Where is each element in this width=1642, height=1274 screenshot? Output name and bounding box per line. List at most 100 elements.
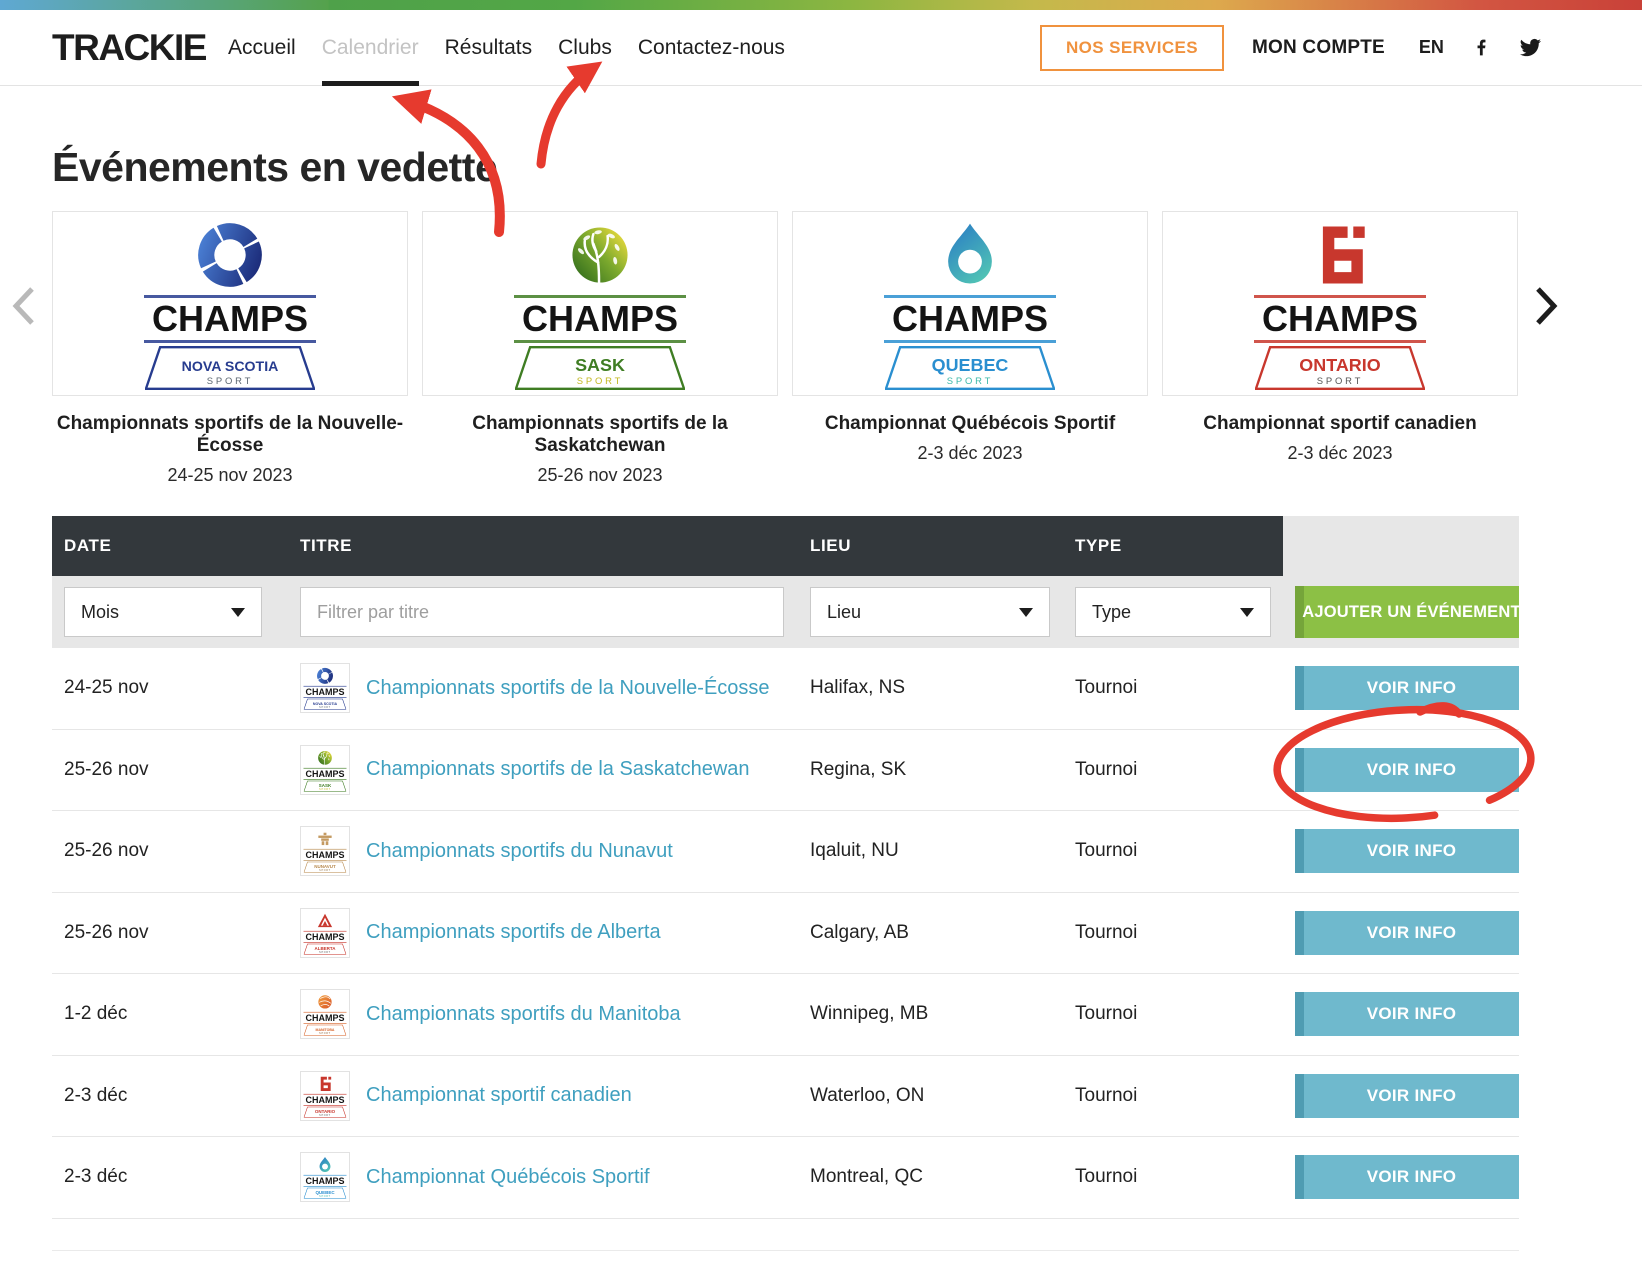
event-card-logo[interactable]: CHAMPS NOVA SCOTIA SPORT bbox=[52, 211, 408, 396]
voir-info-button[interactable]: VOIR INFO bbox=[1295, 829, 1519, 873]
type-filter-select[interactable]: Type bbox=[1075, 587, 1271, 637]
nunavut-champs-logo-icon: CHAMPS NUNAVUT SPORT bbox=[301, 830, 349, 873]
table-bottom-divider bbox=[52, 1250, 1519, 1251]
svg-text:SPORT: SPORT bbox=[319, 1032, 331, 1035]
svg-text:ONTARIO: ONTARIO bbox=[315, 1109, 336, 1114]
event-logo-thumb: CHAMPS QUEBEC SPORT bbox=[300, 1152, 350, 1202]
event-title-link[interactable]: Championnat Québécois Sportif bbox=[366, 1166, 650, 1189]
nova-scotia-champs-logo-icon: CHAMPS NOVA SCOTIA SPORT bbox=[301, 667, 349, 710]
svg-text:SASK: SASK bbox=[575, 355, 625, 375]
event-type: Tournoi bbox=[1075, 840, 1283, 862]
ajouter-evenement-button[interactable]: AJOUTER UN ÉVÉNEMENT bbox=[1295, 586, 1519, 638]
event-card-logo[interactable]: CHAMPS QUEBEC SPORT bbox=[792, 211, 1148, 396]
event-title-link[interactable]: Championnats sportifs de la Nouvelle-Éco… bbox=[366, 677, 770, 700]
svg-text:SPORT: SPORT bbox=[947, 376, 994, 387]
svg-text:SPORT: SPORT bbox=[319, 1114, 331, 1117]
lang-toggle[interactable]: EN bbox=[1419, 37, 1444, 58]
event-title-link[interactable]: Championnats sportifs du Nunavut bbox=[366, 840, 673, 863]
event-card-logo[interactable]: CHAMPS ONTARIO SPORT bbox=[1162, 211, 1518, 396]
chevron-down-icon bbox=[231, 608, 245, 617]
nav-item-contactez-nous[interactable]: Contactez-nous bbox=[638, 36, 785, 60]
page-title: Événements en vedette bbox=[52, 144, 497, 191]
svg-text:NOVA SCOTIA: NOVA SCOTIA bbox=[313, 702, 338, 706]
featured-card: CHAMPS QUEBEC SPORT Championnat Québécoi… bbox=[792, 211, 1148, 486]
alberta-champs-logo-icon: CHAMPS ALBERTA SPORT bbox=[301, 911, 349, 954]
sask-champs-logo-icon: CHAMPS SASK SPORT bbox=[505, 217, 695, 390]
event-row: 24-25 nov CHAMPS NOVA SCOTIA SPORT Champ… bbox=[52, 648, 1519, 730]
svg-text:SPORT: SPORT bbox=[319, 1195, 331, 1198]
event-card-date: 25-26 nov 2023 bbox=[537, 465, 662, 486]
event-card-logo[interactable]: CHAMPS SASK SPORT bbox=[422, 211, 778, 396]
location-filter-value: Lieu bbox=[827, 602, 861, 623]
nav-item-resultats[interactable]: Résultats bbox=[445, 36, 533, 60]
quebec-champs-logo-icon: CHAMPS QUEBEC SPORT bbox=[875, 217, 1065, 390]
svg-text:SPORT: SPORT bbox=[319, 869, 331, 872]
nos-services-button[interactable]: NOS SERVICES bbox=[1040, 25, 1224, 71]
voir-info-button[interactable]: VOIR INFO bbox=[1295, 911, 1519, 955]
title-filter-input[interactable] bbox=[300, 587, 784, 637]
event-card-title: Championnats sportifs de la Saskatchewan bbox=[422, 413, 778, 457]
event-row: 2-3 déc CHAMPS ONTARIO SPORT Championnat… bbox=[52, 1056, 1519, 1138]
event-date: 2-3 déc bbox=[52, 1166, 300, 1188]
event-row: 1-2 déc CHAMPS MANITOBA SPORT Championna… bbox=[52, 974, 1519, 1056]
twitter-icon[interactable] bbox=[1519, 36, 1542, 59]
svg-text:SASK: SASK bbox=[319, 783, 332, 788]
voir-info-button[interactable]: VOIR INFO bbox=[1295, 748, 1519, 792]
voir-info-button[interactable]: VOIR INFO bbox=[1295, 666, 1519, 710]
svg-text:SPORT: SPORT bbox=[1317, 376, 1364, 387]
event-row: 25-26 nov CHAMPS SASK SPORT Championnats… bbox=[52, 730, 1519, 812]
event-card-title: Championnat sportif canadien bbox=[1203, 413, 1476, 435]
column-header-actions bbox=[1283, 516, 1519, 576]
event-date: 24-25 nov bbox=[52, 677, 300, 699]
type-filter-value: Type bbox=[1092, 602, 1131, 623]
site-header: TRACKIE Accueil Calendrier Résultats Clubs C… bbox=[0, 10, 1642, 86]
filter-row: Mois Lieu Type AJOUTER UN ÉVÉ bbox=[52, 576, 1519, 648]
svg-text:SPORT: SPORT bbox=[577, 376, 624, 387]
nav-item-clubs[interactable]: Clubs bbox=[558, 36, 612, 60]
svg-text:SPORT: SPORT bbox=[319, 951, 331, 954]
event-logo-thumb: CHAMPS NUNAVUT SPORT bbox=[300, 826, 350, 876]
chevron-down-icon bbox=[1240, 608, 1254, 617]
voir-info-button[interactable]: VOIR INFO bbox=[1295, 992, 1519, 1036]
event-location: Montreal, QC bbox=[810, 1166, 1075, 1188]
featured-card: CHAMPS ONTARIO SPORT Championnat sportif… bbox=[1162, 211, 1518, 486]
trackie-page: TRACKIE Accueil Calendrier Résultats Clubs C… bbox=[0, 0, 1642, 1274]
nova-scotia-champs-logo-icon: CHAMPS NOVA SCOTIA SPORT bbox=[135, 217, 325, 390]
top-gradient-bar bbox=[0, 0, 1642, 10]
event-logo-thumb: CHAMPS NOVA SCOTIA SPORT bbox=[300, 663, 350, 713]
event-title-link[interactable]: Championnat sportif canadien bbox=[366, 1084, 632, 1107]
voir-info-button[interactable]: VOIR INFO bbox=[1295, 1155, 1519, 1199]
carousel-prev-icon[interactable] bbox=[12, 286, 36, 331]
nav-item-calendrier[interactable]: Calendrier bbox=[322, 36, 419, 60]
svg-text:QUEBEC: QUEBEC bbox=[315, 1190, 335, 1195]
event-title-link[interactable]: Championnats sportifs de la Saskatchewan bbox=[366, 758, 750, 781]
event-logo-thumb: CHAMPS ALBERTA SPORT bbox=[300, 908, 350, 958]
facebook-icon[interactable] bbox=[1472, 38, 1491, 57]
event-title-link[interactable]: Championnats sportifs de Alberta bbox=[366, 921, 661, 944]
events-table: DATE TITRE LIEU TYPE Mois Lieu bbox=[52, 516, 1519, 1219]
table-body: 24-25 nov CHAMPS NOVA SCOTIA SPORT Champ… bbox=[52, 648, 1519, 1219]
month-filter-select[interactable]: Mois bbox=[64, 587, 262, 637]
sask-champs-logo-icon: CHAMPS SASK SPORT bbox=[301, 748, 349, 791]
header-right: NOS SERVICES MON COMPTE EN bbox=[1040, 10, 1542, 85]
event-type: Tournoi bbox=[1075, 1003, 1283, 1025]
event-location: Waterloo, ON bbox=[810, 1085, 1075, 1107]
ontario-champs-logo-icon: CHAMPS ONTARIO SPORT bbox=[301, 1074, 349, 1117]
site-logo[interactable]: TRACKIE bbox=[52, 27, 206, 69]
event-logo-thumb: CHAMPS SASK SPORT bbox=[300, 745, 350, 795]
event-type: Tournoi bbox=[1075, 677, 1283, 699]
event-title-link[interactable]: Championnats sportifs du Manitoba bbox=[366, 1003, 681, 1026]
column-header-titre: TITRE bbox=[300, 516, 810, 576]
manitoba-champs-logo-icon: CHAMPS MANITOBA SPORT bbox=[301, 993, 349, 1036]
mon-compte-link[interactable]: MON COMPTE bbox=[1252, 37, 1385, 59]
featured-carousel: CHAMPS NOVA SCOTIA SPORT Championnats sp… bbox=[52, 211, 1518, 486]
nav-item-accueil[interactable]: Accueil bbox=[228, 36, 296, 60]
voir-info-button[interactable]: VOIR INFO bbox=[1295, 1074, 1519, 1118]
event-date: 25-26 nov bbox=[52, 759, 300, 781]
event-date: 2-3 déc bbox=[52, 1085, 300, 1107]
location-filter-select[interactable]: Lieu bbox=[810, 587, 1050, 637]
table-header-row: DATE TITRE LIEU TYPE bbox=[52, 516, 1519, 576]
carousel-next-icon[interactable] bbox=[1534, 286, 1558, 331]
event-location: Halifax, NS bbox=[810, 677, 1075, 699]
featured-card: CHAMPS NOVA SCOTIA SPORT Championnats sp… bbox=[52, 211, 408, 486]
